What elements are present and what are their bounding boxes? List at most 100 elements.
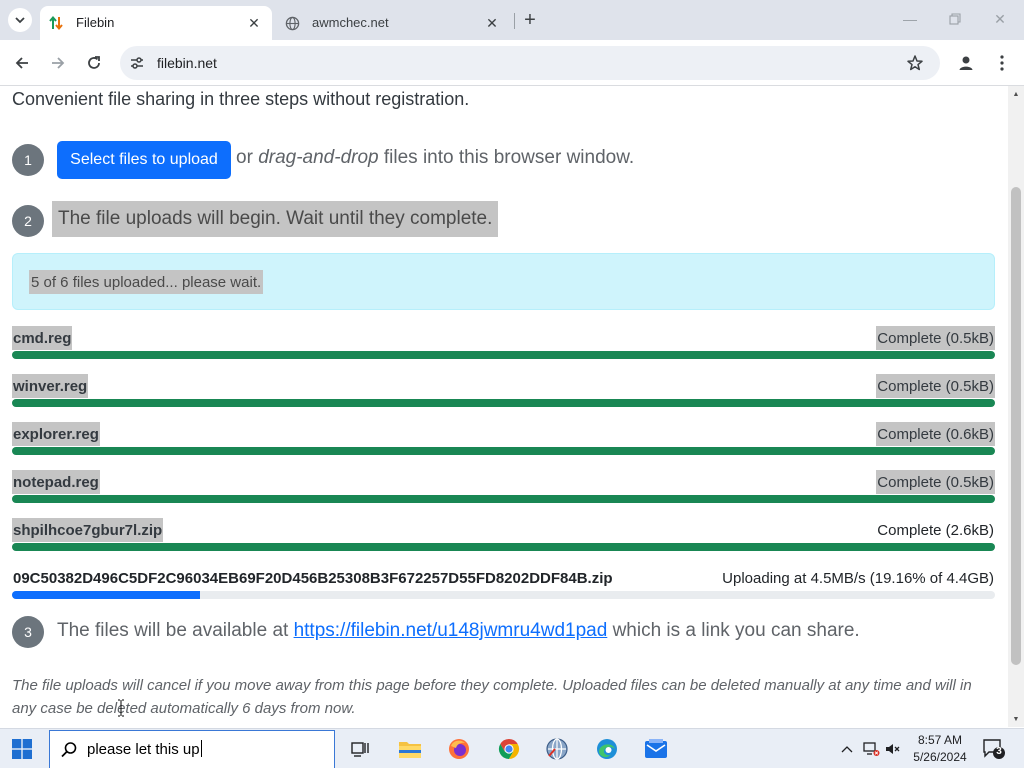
file-row: notepad.reg Complete (0.5kB) <box>12 470 995 503</box>
file-progress-bar <box>12 447 995 455</box>
file-progress-fill <box>12 543 995 551</box>
bin-link[interactable]: https://filebin.net/u148jwmru4wd1pad <box>294 620 608 641</box>
bookmark-star-icon[interactable] <box>904 52 926 74</box>
browser-toolbar: filebin.net <box>0 40 1024 86</box>
step-1-badge: 1 <box>12 144 44 176</box>
minimize-icon[interactable]: — <box>895 6 925 32</box>
step-3-suffix: which is a link you can share. <box>612 620 860 641</box>
scroll-up-arrow-icon[interactable]: ▲ <box>1008 86 1024 102</box>
step-3-badge: 3 <box>12 616 44 648</box>
show-hidden-icons-chevron-icon[interactable] <box>839 739 855 759</box>
task-view-icon[interactable] <box>346 735 374 763</box>
tab-search-button[interactable] <box>8 8 32 32</box>
back-arrow-icon[interactable] <box>9 50 35 76</box>
file-name: 09C50382D496C5DF2C96034EB69F20D456B25308… <box>13 569 613 587</box>
notification-count: 3 <box>996 746 1002 757</box>
windows-taskbar: please let this up 8:57 AM 5/26/2024 3 <box>0 728 1024 768</box>
new-tab-button[interactable]: + <box>518 8 542 32</box>
system-clock[interactable]: 8:57 AM 5/26/2024 <box>902 732 978 766</box>
clock-date: 5/26/2024 <box>913 750 967 764</box>
tab-filebin[interactable]: Filebin ✕ <box>40 6 272 40</box>
mail-app-icon[interactable] <box>642 735 670 763</box>
globe-icon <box>284 15 300 31</box>
tab-title: Filebin <box>76 15 115 30</box>
file-row: winver.reg Complete (0.5kB) <box>12 374 995 407</box>
file-progress-bar <box>12 495 995 503</box>
notification-center-icon[interactable]: 3 <box>982 738 1006 760</box>
file-status: Complete (0.5kB) <box>876 470 995 494</box>
file-status: Uploading at 4.5MB/s (19.16% of 4.4GB) <box>722 569 994 587</box>
step-1-text: or drag-and-drop files into this browser… <box>236 147 634 169</box>
upload-status-text: 5 of 6 files uploaded... please wait. <box>29 270 264 294</box>
tab-strip: Filebin ✕ awmchec.net ✕ + — ✕ <box>0 0 1024 40</box>
file-progress-fill <box>12 447 995 455</box>
step-1-suffix: files into this browser window. <box>383 147 635 168</box>
text-caret <box>200 740 202 757</box>
search-icon <box>61 742 77 758</box>
file-name: cmd.reg <box>12 326 73 350</box>
file-progress-fill <box>12 495 995 503</box>
page-scrollbar[interactable]: ▲ ▼ <box>1008 86 1024 727</box>
file-status: Complete (0.6kB) <box>876 422 995 446</box>
step-1-emphasis: drag-and-drop <box>258 147 379 168</box>
file-progress-fill <box>12 591 201 599</box>
volume-icon[interactable] <box>884 739 902 759</box>
chrome-icon[interactable] <box>495 735 523 763</box>
page-content: Convenient file sharing in three steps w… <box>0 86 1008 727</box>
select-files-button[interactable]: Select files to upload <box>57 141 231 179</box>
scroll-down-arrow-icon[interactable]: ▼ <box>1008 711 1024 727</box>
file-explorer-icon[interactable] <box>396 735 424 763</box>
file-status: Complete (0.5kB) <box>876 326 995 350</box>
file-row: shpilhcoe7gbur7l.zip Complete (2.6kB) <box>12 518 995 551</box>
address-text[interactable]: filebin.net <box>157 55 217 71</box>
step-3-text: The files will be available at https://f… <box>57 620 860 642</box>
step-1-prefix: or <box>236 147 253 168</box>
edge-icon[interactable] <box>593 735 621 763</box>
file-progress-bar <box>12 399 995 407</box>
step-2-badge: 2 <box>12 205 44 237</box>
address-bar[interactable]: filebin.net <box>120 46 940 80</box>
page-tagline: Convenient file sharing in three steps w… <box>12 89 470 109</box>
step-3-prefix: The files will be available at <box>57 620 289 641</box>
tab-title: awmchec.net <box>312 15 389 30</box>
taskbar-search-box[interactable]: please let this up <box>49 730 335 768</box>
file-name: notepad.reg <box>12 470 100 494</box>
network-icon[interactable] <box>861 739 881 759</box>
file-progress-fill <box>12 351 995 359</box>
forward-arrow-icon[interactable] <box>45 50 71 76</box>
taskbar-search-input[interactable]: please let this up <box>87 740 202 758</box>
close-tab-icon[interactable]: ✕ <box>482 13 502 33</box>
close-window-icon[interactable]: ✕ <box>985 6 1015 32</box>
file-row-uploading: 09C50382D496C5DF2C96034EB69F20D456B25308… <box>12 566 995 599</box>
file-progress-bar <box>12 351 995 359</box>
scrollbar-thumb[interactable] <box>1011 187 1021 665</box>
file-name: winver.reg <box>12 374 89 398</box>
tab-awmchec[interactable]: awmchec.net ✕ <box>276 6 510 40</box>
clock-time: 8:57 AM <box>917 733 963 747</box>
profile-avatar-icon[interactable] <box>953 50 979 76</box>
file-name: explorer.reg <box>12 422 100 446</box>
reload-icon[interactable] <box>81 50 107 76</box>
text-cursor-icon <box>118 699 124 717</box>
chevron-down-icon <box>15 17 25 24</box>
tab-separator <box>514 13 515 29</box>
step-2-text: The file uploads will begin. Wait until … <box>52 201 499 237</box>
more-menu-icon[interactable] <box>989 50 1015 76</box>
site-settings-icon[interactable] <box>128 54 146 72</box>
filebin-arrows-icon <box>48 15 64 31</box>
taskbar-search-text: please let this up <box>87 741 200 758</box>
file-status: Complete (0.5kB) <box>876 374 995 398</box>
restore-icon[interactable] <box>940 6 970 32</box>
file-progress-bar <box>12 591 995 599</box>
upload-note: The file uploads will cancel if you move… <box>12 677 972 717</box>
file-row: explorer.reg Complete (0.6kB) <box>12 422 995 455</box>
file-row: cmd.reg Complete (0.5kB) <box>12 326 995 359</box>
file-status: Complete (2.6kB) <box>877 521 994 539</box>
file-progress-fill <box>12 399 995 407</box>
network-tool-icon[interactable] <box>543 735 571 763</box>
file-name: shpilhcoe7gbur7l.zip <box>12 518 164 542</box>
firefox-icon[interactable] <box>445 735 473 763</box>
windows-start-icon[interactable] <box>12 739 32 759</box>
close-tab-icon[interactable]: ✕ <box>244 13 264 33</box>
upload-status-alert: 5 of 6 files uploaded... please wait. <box>12 253 995 310</box>
